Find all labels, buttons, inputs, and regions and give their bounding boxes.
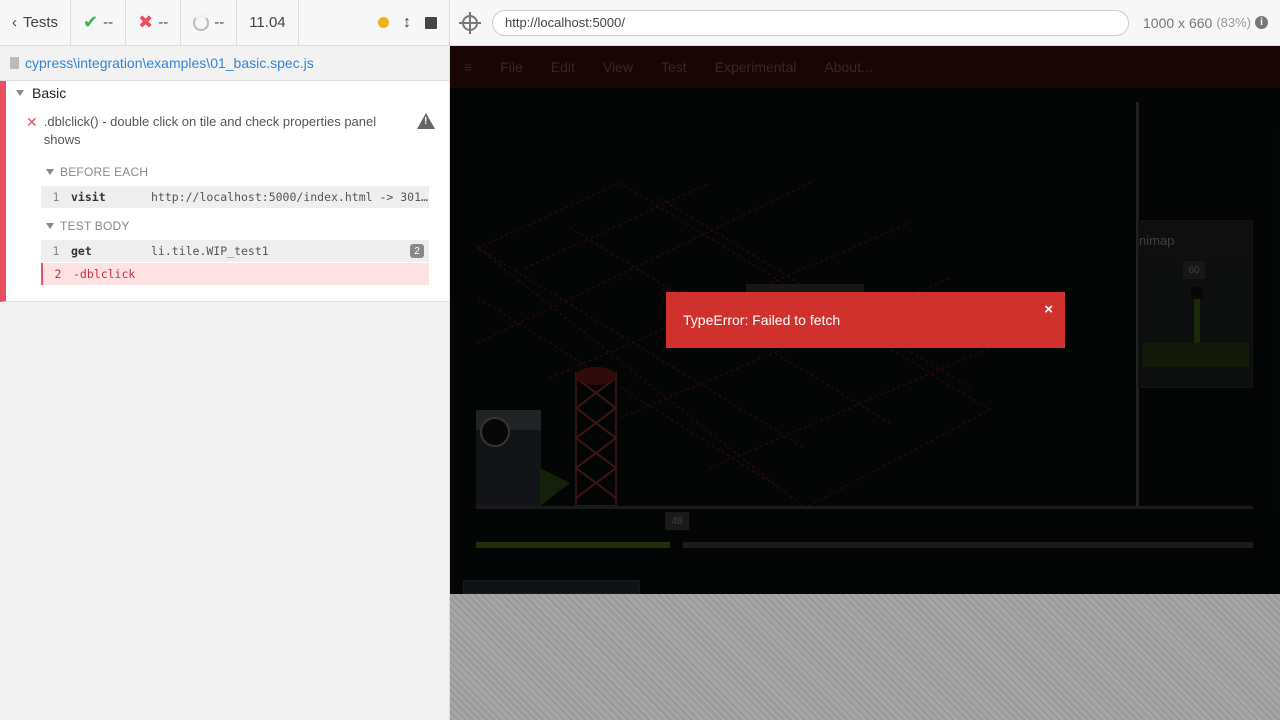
- stop-button[interactable]: [425, 16, 437, 29]
- suite-basic: Basic ✕ .dblclick() - double click on ti…: [0, 81, 449, 302]
- minimap-level: [1194, 299, 1200, 343]
- warning-icon: [417, 113, 435, 129]
- file-icon: [10, 57, 19, 69]
- pending-stat: --: [181, 0, 238, 46]
- error-toast: TypeError: Failed to fetch ×: [666, 292, 1065, 348]
- selector-playground-icon[interactable]: [459, 11, 481, 34]
- menu-view[interactable]: View: [603, 59, 633, 75]
- tests-button[interactable]: ‹ Tests: [0, 0, 72, 46]
- failed-count: --: [158, 14, 169, 31]
- minimap-handle[interactable]: [1191, 287, 1203, 299]
- element-count-badge: 2: [410, 244, 424, 258]
- test-title-row[interactable]: ✕ .dblclick() - double click on tile and…: [26, 113, 386, 149]
- menu-experimental[interactable]: Experimental: [715, 59, 797, 75]
- minimap-panel[interactable]: nimap 60: [1138, 220, 1253, 388]
- menu-test[interactable]: Test: [661, 59, 687, 75]
- url-field[interactable]: http://localhost:5000/: [492, 9, 1130, 36]
- collapse-caret-icon: [16, 90, 24, 96]
- passed-count: --: [103, 14, 114, 31]
- x-icon: ✖: [138, 12, 154, 32]
- hamburger-icon[interactable]: ≡: [464, 59, 472, 75]
- command-number: 1: [52, 244, 60, 258]
- reporter-header: ‹ Tests ✔ -- ✖ -- -- 11.04 ↕: [0, 0, 449, 46]
- minimap-terrain: [1143, 343, 1249, 367]
- url-bar: http://localhost:5000/ 1000 x 660 (83%) …: [450, 0, 1280, 46]
- error-message: TypeError: Failed to fetch: [683, 312, 841, 328]
- minimap-value: 60: [1183, 261, 1205, 279]
- reporter-panel: ‹ Tests ✔ -- ✖ -- -- 11.04 ↕ cypress\int…: [0, 0, 450, 720]
- command-message: li.tile.WIP_test1: [151, 244, 269, 258]
- command-row[interactable]: 1 visit http://localhost:5000/index.html…: [41, 186, 429, 208]
- command-message: http://localhost:5000/index.html -> 301:…: [151, 190, 429, 204]
- failed-stat: ✖ --: [126, 0, 182, 46]
- test-body-label: TEST BODY: [60, 219, 130, 233]
- app-under-test: http://localhost:5000/ 1000 x 660 (83%) …: [450, 0, 1280, 720]
- command-name: get: [71, 244, 92, 258]
- pending-spinner-icon: [193, 14, 210, 31]
- minimap-title: nimap: [1139, 221, 1252, 259]
- mode-tab[interactable]: [463, 580, 640, 594]
- collapse-caret-icon: [46, 223, 54, 229]
- pending-count: --: [214, 14, 225, 31]
- test-body-hook[interactable]: TEST BODY: [46, 219, 130, 233]
- suite-title: Basic: [32, 85, 67, 101]
- canvas-bottom-border: [476, 506, 1253, 509]
- close-icon[interactable]: ×: [1044, 301, 1053, 318]
- before-each-label: BEFORE EACH: [60, 165, 149, 179]
- spec-path[interactable]: cypress\integration\examples\01_basic.sp…: [25, 55, 314, 71]
- collapse-caret-icon: [46, 169, 54, 175]
- suite-header[interactable]: Basic: [16, 85, 66, 101]
- failed-test-icon: ✕: [26, 114, 38, 130]
- slider-fill[interactable]: [476, 542, 670, 548]
- viewport-size: 1000 x 660: [1143, 14, 1213, 31]
- app-menu: ≡ File Edit View Test Experimental About…: [450, 46, 1280, 88]
- tests-label: Tests: [23, 14, 59, 31]
- passed-stat: ✔ --: [71, 0, 127, 46]
- info-icon[interactable]: i: [1255, 16, 1268, 29]
- app-iframe: ≡ File Edit View Test Experimental About…: [450, 46, 1280, 594]
- before-each-hook[interactable]: BEFORE EACH: [46, 165, 148, 179]
- slider-value: 48: [665, 512, 689, 530]
- menu-about[interactable]: About...: [824, 59, 872, 75]
- command-number: 2: [54, 267, 62, 281]
- command-name: visit: [71, 190, 106, 204]
- spec-file[interactable]: cypress\integration\examples\01_basic.sp…: [0, 46, 449, 81]
- viewport-info: 1000 x 660 (83%) i: [1143, 15, 1268, 31]
- command-number: 1: [52, 190, 60, 204]
- slider-track[interactable]: [683, 542, 1253, 548]
- duration: 11.04: [237, 0, 299, 46]
- command-row-failed[interactable]: 2 -dblclick: [41, 263, 429, 285]
- chevron-left-icon: ‹: [12, 14, 17, 31]
- test-title: .dblclick() - double click on tile and c…: [43, 114, 377, 147]
- command-name: -dblclick: [73, 267, 136, 281]
- menu-edit[interactable]: Edit: [551, 59, 575, 75]
- viewport-scale: (83%): [1216, 15, 1251, 30]
- autoscroll-toggle-icon[interactable]: ↕: [403, 14, 411, 32]
- run-controls: ↕: [299, 0, 449, 46]
- menu-file[interactable]: File: [500, 59, 523, 75]
- check-icon: ✔: [83, 12, 99, 32]
- command-row[interactable]: 1 get li.tile.WIP_test1 2: [41, 240, 429, 262]
- running-indicator-icon: [378, 17, 389, 28]
